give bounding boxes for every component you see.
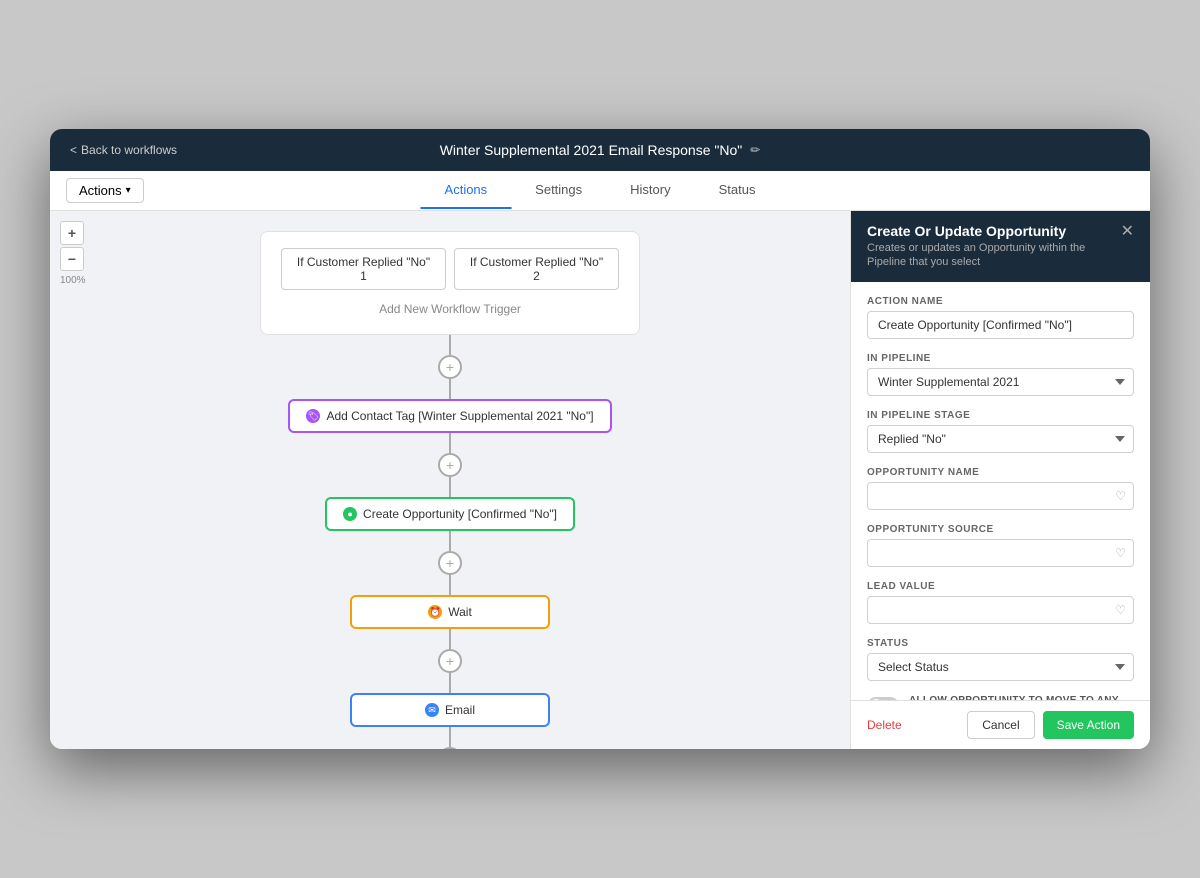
panel-body: ACTION NAME IN PIPELINE Winter Supplemen…: [851, 282, 1150, 700]
connector-2: +: [438, 433, 462, 497]
add-trigger-link[interactable]: Add New Workflow Trigger: [379, 302, 521, 316]
connector-line: [449, 727, 451, 747]
email-node[interactable]: ✉ Email: [350, 693, 550, 727]
wait-node[interactable]: ⏰ Wait: [350, 595, 550, 629]
connector-line: [449, 477, 451, 497]
tag-node-label: Add Contact Tag [Winter Supplemental 202…: [326, 409, 593, 423]
opportunity-name-label: OPPORTUNITY NAME: [867, 467, 1134, 478]
cancel-button[interactable]: Cancel: [967, 711, 1034, 739]
add-node-button-5[interactable]: +: [438, 747, 462, 749]
connector-line: [449, 335, 451, 355]
panel-close-button[interactable]: ✕: [1121, 221, 1134, 241]
footer-actions: Cancel Save Action: [967, 711, 1134, 739]
status-label: STATUS: [867, 638, 1134, 649]
panel-subtitle: Creates or updates an Opportunity within…: [867, 241, 1121, 270]
workflow-canvas: If Customer Replied "No" 1 If Customer R…: [50, 211, 850, 749]
connector-line: [449, 629, 451, 649]
add-node-button-4[interactable]: +: [438, 649, 462, 673]
tag-node[interactable]: 🏷 Add Contact Tag [Winter Supplemental 2…: [288, 399, 611, 433]
opportunity-icon: ●: [343, 507, 357, 521]
opportunity-source-input-wrapper: ♡: [867, 539, 1134, 567]
opportunity-name-input-wrapper: ♡: [867, 482, 1134, 510]
status-select[interactable]: Select Status: [867, 653, 1134, 681]
save-action-button[interactable]: Save Action: [1043, 711, 1134, 739]
trigger-buttons-container: If Customer Replied "No" 1 If Customer R…: [281, 248, 619, 290]
connector-1: +: [438, 335, 462, 399]
tab-settings[interactable]: Settings: [511, 172, 606, 209]
tab-bar: Actions Actions Settings History Status: [50, 171, 1150, 211]
top-bar: Back to workflows Winter Supplemental 20…: [50, 129, 1150, 171]
actions-dropdown-button[interactable]: Actions: [66, 178, 144, 203]
panel-header-text: Create Or Update Opportunity Creates or …: [867, 223, 1121, 270]
connector-line: [449, 673, 451, 693]
connector-4: +: [438, 629, 462, 693]
lead-value-label: LEAD VALUE: [867, 581, 1134, 592]
add-node-button-2[interactable]: +: [438, 453, 462, 477]
zoom-level-label: 100%: [60, 275, 86, 286]
in-pipeline-stage-field-group: IN PIPELINE STAGE Replied "No": [867, 410, 1134, 453]
allow-previous-stage-toggle[interactable]: [867, 697, 899, 700]
workflow-title: Winter Supplemental 2021 Email Response …: [440, 142, 761, 158]
add-node-button-1[interactable]: +: [438, 355, 462, 379]
opportunity-source-icon: ♡: [1115, 546, 1126, 560]
connector-line: [449, 433, 451, 453]
lead-value-input[interactable]: [867, 596, 1134, 624]
zoom-in-button[interactable]: +: [60, 221, 84, 245]
lead-value-input-wrapper: ♡: [867, 596, 1134, 624]
in-pipeline-field-group: IN PIPELINE Winter Supplemental 2021: [867, 353, 1134, 396]
edit-icon[interactable]: ✏: [750, 143, 760, 157]
tab-status[interactable]: Status: [695, 172, 780, 209]
opportunity-name-input[interactable]: [867, 482, 1134, 510]
trigger-button-2[interactable]: If Customer Replied "No" 2: [454, 248, 619, 290]
opportunity-source-input[interactable]: [867, 539, 1134, 567]
opportunity-node-label: Create Opportunity [Confirmed "No"]: [363, 507, 557, 521]
in-pipeline-stage-label: IN PIPELINE STAGE: [867, 410, 1134, 421]
main-area: + − 100% If Customer Replied "No" 1 If C…: [50, 211, 1150, 749]
tabs-container: Actions Settings History Status: [421, 172, 780, 209]
action-name-label: ACTION NAME: [867, 296, 1134, 307]
connector-line: [449, 531, 451, 551]
wait-node-label: Wait: [448, 605, 472, 619]
panel-title: Create Or Update Opportunity: [867, 223, 1121, 239]
panel-footer: Delete Cancel Save Action: [851, 700, 1150, 749]
status-field-group: STATUS Select Status: [867, 638, 1134, 681]
opportunity-node[interactable]: ● Create Opportunity [Confirmed "No"]: [325, 497, 575, 531]
connector-3: +: [438, 531, 462, 595]
email-icon: ✉: [425, 703, 439, 717]
connector-5: +: [438, 727, 462, 749]
tag-icon: 🏷: [306, 409, 320, 423]
email-node-label: Email: [445, 703, 475, 717]
back-link[interactable]: Back to workflows: [70, 143, 177, 157]
delete-button[interactable]: Delete: [867, 718, 902, 732]
connector-line: [449, 575, 451, 595]
action-name-field-group: ACTION NAME: [867, 296, 1134, 339]
tab-history[interactable]: History: [606, 172, 694, 209]
opportunity-name-icon: ♡: [1115, 489, 1126, 503]
panel-header: Create Or Update Opportunity Creates or …: [851, 211, 1150, 282]
in-pipeline-stage-select[interactable]: Replied "No": [867, 425, 1134, 453]
opportunity-source-field-group: OPPORTUNITY SOURCE ♡: [867, 524, 1134, 567]
wait-icon: ⏰: [428, 605, 442, 619]
zoom-out-button[interactable]: −: [60, 247, 84, 271]
lead-value-icon: ♡: [1115, 603, 1126, 617]
lead-value-field-group: LEAD VALUE ♡: [867, 581, 1134, 624]
tab-actions[interactable]: Actions: [421, 172, 512, 209]
zoom-controls: + − 100%: [60, 221, 86, 286]
trigger-button-1[interactable]: If Customer Replied "No" 1: [281, 248, 446, 290]
trigger-block: If Customer Replied "No" 1 If Customer R…: [260, 231, 640, 335]
in-pipeline-select[interactable]: Winter Supplemental 2021: [867, 368, 1134, 396]
connector-line: [449, 379, 451, 399]
opportunity-source-label: OPPORTUNITY SOURCE: [867, 524, 1134, 535]
opportunity-name-field-group: OPPORTUNITY NAME ♡: [867, 467, 1134, 510]
action-name-input[interactable]: [867, 311, 1134, 339]
canvas-area: + − 100% If Customer Replied "No" 1 If C…: [50, 211, 850, 749]
add-node-button-3[interactable]: +: [438, 551, 462, 575]
in-pipeline-label: IN PIPELINE: [867, 353, 1134, 364]
right-panel: Create Or Update Opportunity Creates or …: [850, 211, 1150, 749]
